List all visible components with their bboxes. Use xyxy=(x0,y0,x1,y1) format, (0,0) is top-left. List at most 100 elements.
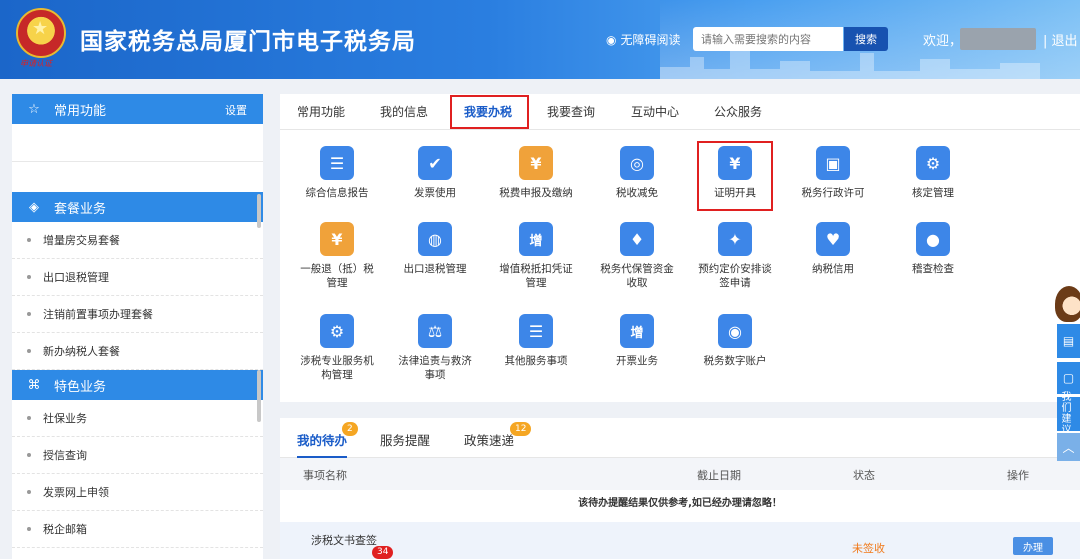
username-redacted xyxy=(960,28,1036,50)
service-item[interactable]: ⚙ 涉税专业服务机 构管理 xyxy=(292,314,382,382)
tab-common[interactable]: 常用功能 xyxy=(297,94,345,130)
service-item[interactable]: ⚙ 核定管理 xyxy=(888,146,978,200)
policy-badge: 12 xyxy=(510,422,532,436)
coin-stack-icon: ◉ xyxy=(718,314,752,348)
gavel-icon: ⚖ xyxy=(418,314,452,348)
tab-interaction[interactable]: 互动中心 xyxy=(631,94,679,130)
service-item[interactable]: ☰ 综合信息报告 xyxy=(292,146,382,200)
emblem-signature: 申请认证 xyxy=(20,59,52,68)
sidebar-header-common[interactable]: ☆ 常用功能 设置 xyxy=(12,94,263,124)
list-icon: ☰ xyxy=(519,314,553,348)
todo-badge: 2 xyxy=(342,422,358,436)
back-to-top-icon[interactable]: ︿ xyxy=(1057,433,1080,461)
special-scrollbar[interactable] xyxy=(257,370,261,422)
vat-ticket-icon: 增 xyxy=(519,222,553,256)
tab-my-todo[interactable]: 我的待办 xyxy=(297,430,347,449)
service-item-label: 稽查检查 xyxy=(912,263,954,275)
col-name: 事项名称 xyxy=(303,469,347,482)
search-input[interactable] xyxy=(693,27,843,51)
globe-icon: ◍ xyxy=(418,222,452,256)
service-item-label: 一般退（抵）税 管理 xyxy=(300,263,374,289)
compass-icon: ✦ xyxy=(718,222,752,256)
sidebar-header-special[interactable]: ⌘ 特色业务 xyxy=(12,370,263,400)
sidebar-item[interactable]: 注销前置事项办理套餐 xyxy=(12,296,263,333)
handle-button[interactable]: 办理 xyxy=(1013,537,1053,555)
service-item[interactable]: ▣ 税务行政许可 xyxy=(788,146,878,200)
service-item[interactable]: ◎ 税收减免 xyxy=(592,146,682,200)
star-icon: ☆ xyxy=(28,101,40,117)
sidebar-item[interactable]: 出口退税管理 xyxy=(12,259,263,296)
service-item[interactable]: ● 稽查检查 xyxy=(888,222,978,276)
sidebar-item[interactable]: 新办纳税人套餐 xyxy=(12,333,263,370)
common-functions-area xyxy=(12,124,263,162)
service-item[interactable]: ¥ 一般退（抵）税 管理 xyxy=(292,222,382,290)
report-icon: ☰ xyxy=(320,146,354,180)
yen-ticket-icon: ¥ xyxy=(718,146,752,180)
national-emblem-icon[interactable]: ★ xyxy=(16,8,66,58)
yen-folder-icon: ¥ xyxy=(519,146,553,180)
service-item[interactable]: ◉ 税务数字账户 xyxy=(690,314,780,368)
service-item-label: 综合信息报告 xyxy=(305,187,369,199)
service-item-label: 税务行政许可 xyxy=(801,187,865,199)
sidebar-item[interactable]: 社保业务 xyxy=(12,400,263,437)
bullet-icon xyxy=(27,349,31,353)
service-item[interactable]: ✔ 发票使用 xyxy=(390,146,480,200)
service-item[interactable]: ☰ 其他服务事项 xyxy=(491,314,581,368)
tab-public-service[interactable]: 公众服务 xyxy=(714,94,762,130)
float-suggest-label: 我们建议 xyxy=(1061,392,1072,436)
float-window-icon[interactable]: ▢ xyxy=(1057,362,1080,394)
tab-query[interactable]: 我要查询 xyxy=(547,94,595,130)
service-item[interactable]: 增开票业务 xyxy=(592,314,682,368)
sidebar-header-label: 特色业务 xyxy=(54,379,107,395)
table-row[interactable]: 涉税文书查签 34 未签收 办理 xyxy=(280,522,1080,559)
col-deadline: 截止日期 xyxy=(697,469,741,482)
service-item[interactable]: ◍ 出口退税管理 xyxy=(390,222,480,276)
accessibility-link[interactable]: ◉ 无障碍阅读 xyxy=(606,31,681,48)
settings-link[interactable]: 设置 xyxy=(225,102,247,118)
service-item[interactable]: ¥ 税费申报及缴纳 xyxy=(491,146,581,200)
service-item-label: 税务代保管资金 收取 xyxy=(600,263,674,289)
logout-link[interactable]: | 退出 xyxy=(1043,30,1078,49)
service-item[interactable]: ✦ 预约定价安排谈 签申请 xyxy=(690,222,780,290)
site-header: ★ 申请认证 国家税务总局厦门市电子税务局 ◉ 无障碍阅读 搜索 欢迎， | 退… xyxy=(0,0,1080,79)
sidebar-header-package[interactable]: ◈ 套餐业务 xyxy=(12,192,263,222)
sidebar-item[interactable]: 发票网上申领 xyxy=(12,474,263,511)
user-gear-icon: ⚙ xyxy=(916,146,950,180)
float-doc-icon[interactable]: ▤ xyxy=(1057,324,1080,358)
person-icon: ● xyxy=(916,222,950,256)
tab-policy-express[interactable]: 政策速递 xyxy=(464,430,514,449)
package-scrollbar[interactable] xyxy=(257,194,261,228)
sidebar-header-label: 常用功能 xyxy=(54,103,107,119)
service-item[interactable]: ♥ 纳税信用 xyxy=(788,222,878,276)
sidebar-item[interactable]: 增量房交易套餐 xyxy=(12,222,263,259)
bullet-icon xyxy=(27,490,31,494)
bullet-icon xyxy=(27,275,31,279)
accessibility-label: 无障碍阅读 xyxy=(620,33,681,47)
service-item-label: 证明开具 xyxy=(714,187,756,199)
table-header: 事项名称 截止日期 状态 操作 xyxy=(280,458,1080,490)
layers-icon: ◈ xyxy=(29,199,39,215)
bullet-icon xyxy=(27,312,31,316)
sidebar-item[interactable]: 授信查询 xyxy=(12,437,263,474)
vat-ticket-icon: 增 xyxy=(620,314,654,348)
money-bag-icon: ♦ xyxy=(620,222,654,256)
assistant-avatar-icon[interactable] xyxy=(1055,286,1080,322)
eye-icon: ◉ xyxy=(606,32,617,47)
service-item[interactable]: 增增值税抵扣凭证 管理 xyxy=(491,222,581,290)
user-gear-icon: ⚙ xyxy=(320,314,354,348)
service-item[interactable]: ¥ 证明开具 xyxy=(690,146,780,200)
service-item-label: 纳税信用 xyxy=(812,263,854,275)
tab-my-info[interactable]: 我的信息 xyxy=(380,94,428,130)
float-suggest-button[interactable]: 我们建议 xyxy=(1057,392,1080,436)
col-action: 操作 xyxy=(1007,469,1029,482)
service-item[interactable]: ♦ 税务代保管资金 收取 xyxy=(592,222,682,290)
service-item[interactable]: ⚖ 法律追责与救济 事项 xyxy=(390,314,480,382)
service-item-label: 预约定价安排谈 签申请 xyxy=(698,263,772,289)
left-sidebar: ☆ 常用功能 设置 ◈ 套餐业务 增量房交易套餐 出口退税管理 注销前置事项办理… xyxy=(12,94,263,559)
bullet-icon xyxy=(27,416,31,420)
row-status: 未签收 xyxy=(852,542,885,555)
search-button[interactable]: 搜索 xyxy=(844,27,888,51)
refund-cycle-icon: ¥ xyxy=(320,222,354,256)
sidebar-item[interactable]: 税企邮箱 xyxy=(12,511,263,548)
tab-service-reminder[interactable]: 服务提醒 xyxy=(380,430,430,449)
